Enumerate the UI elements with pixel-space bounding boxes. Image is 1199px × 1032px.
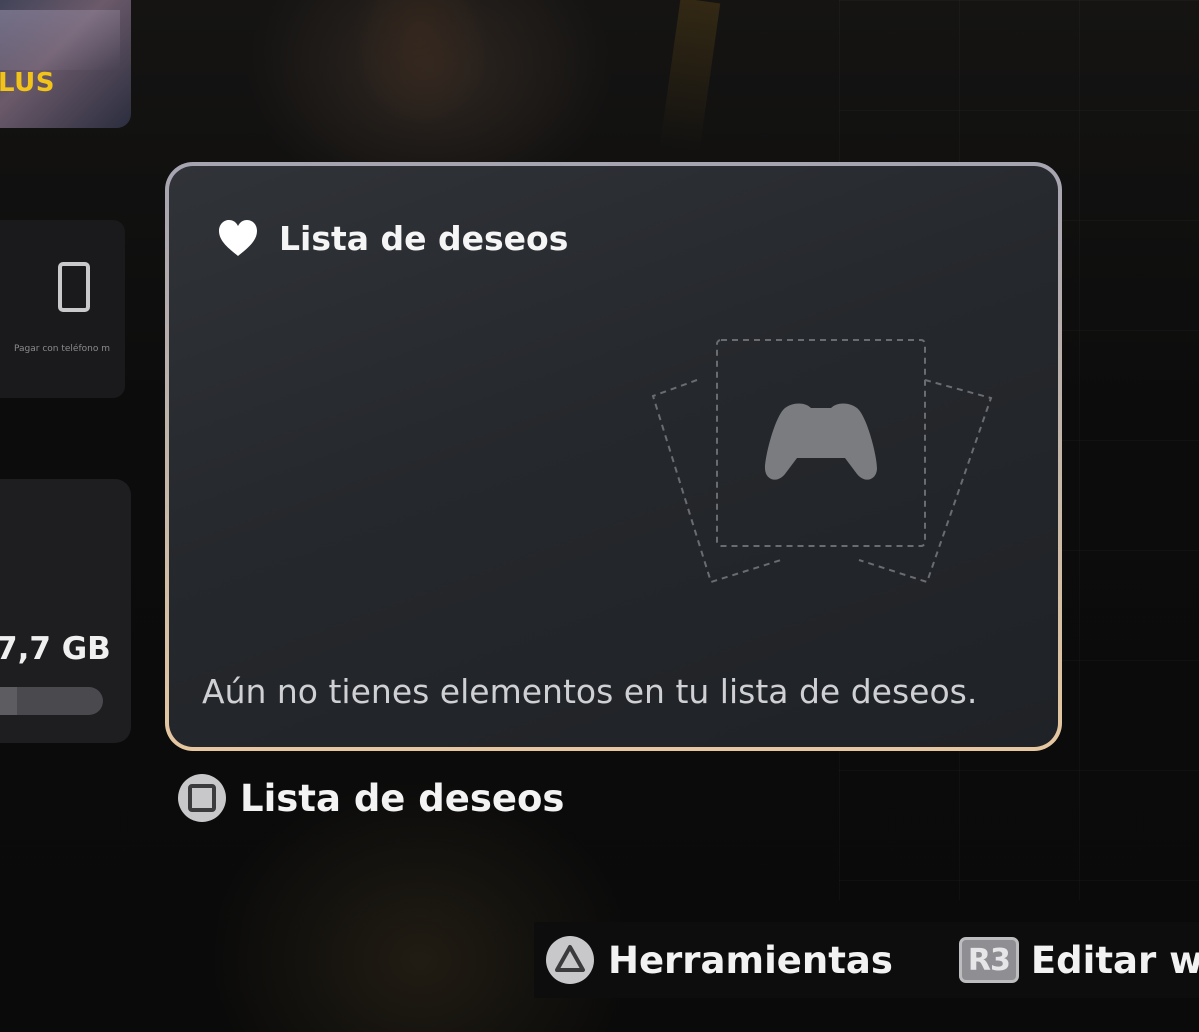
tools-hint-label: Herramientas [608,938,893,982]
pay-with-phone-label: Pagar con teléfono m [14,344,110,354]
background-artwork [290,0,550,170]
triangle-button-icon [546,936,594,984]
wishlist-empty-message: Aún no tienes elementos en tu lista de d… [202,672,978,711]
ps-plus-widget[interactable]: LUS [0,0,131,128]
wishlist-widget-body: Lista de deseos Aún no tienes elementos … [169,166,1058,747]
storage-progress-bar [0,687,103,715]
wishlist-widget[interactable]: Lista de deseos Aún no tienes elementos … [165,162,1062,751]
tools-hint[interactable]: Herramientas [534,934,893,986]
phone-icon [58,262,90,312]
empty-games-placeholder [651,339,993,584]
edit-widgets-hint-label: Editar wid [1030,938,1199,982]
ps-plus-label: LUS [0,68,55,98]
edit-widgets-hint[interactable]: R3 Editar wid [893,937,1199,983]
home-screen: LUS Pagar con teléfono m 7,7 GB Lista de… [0,0,1199,1032]
wishlist-widget-header: Lista de deseos [217,218,568,258]
wishlist-caption[interactable]: Lista de deseos [176,772,564,824]
pay-with-phone-widget[interactable]: Pagar con teléfono m [0,220,125,398]
background-artwork-detail [659,0,721,153]
button-hints-bar: Herramientas R3 Editar wid [534,922,1199,998]
heart-icon [219,220,257,256]
storage-value: 7,7 GB [0,631,111,667]
wishlist-widget-title: Lista de deseos [279,218,569,258]
wishlist-caption-label: Lista de deseos [240,776,565,820]
square-button-icon [178,774,226,822]
storage-progress-fill [0,687,17,715]
r3-button-icon: R3 [958,937,1019,983]
storage-widget[interactable]: 7,7 GB [0,479,131,743]
controller-icon [765,403,877,480]
